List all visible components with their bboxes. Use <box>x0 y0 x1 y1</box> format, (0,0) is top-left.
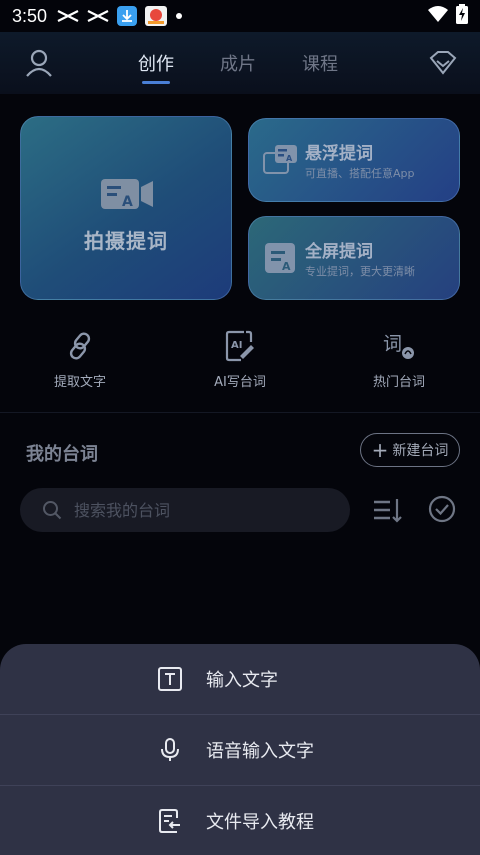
sheet-item-label: 文件导入教程 <box>206 812 314 833</box>
wifi-icon <box>428 5 448 27</box>
link-icon <box>64 330 96 362</box>
x-cross-icon <box>57 9 79 23</box>
top-nav: 创作 成片 课程 <box>0 32 480 94</box>
voice-input-option[interactable]: 语音输入文字 <box>0 715 480 785</box>
tab-create[interactable]: 创作 <box>138 50 174 84</box>
new-script-label: 新建台词 <box>392 443 449 459</box>
svg-text:AI: AI <box>231 340 242 351</box>
dot-icon <box>175 12 183 20</box>
tab-films[interactable]: 成片 <box>220 50 256 76</box>
search-input[interactable] <box>74 500 324 520</box>
user-icon[interactable] <box>24 48 54 78</box>
tab-label: 成片 <box>220 54 256 75</box>
tool-label: 热门台词 <box>372 375 425 390</box>
ai-write-tool[interactable]: AI AI写台词 <box>185 330 295 390</box>
teleprompter-camera-icon: A <box>101 177 155 211</box>
battery-charging-icon <box>456 3 468 29</box>
new-script-button[interactable]: + 新建台词 <box>360 433 460 467</box>
extract-text-tool[interactable]: 提取文字 <box>25 330 135 390</box>
float-window-icon: A <box>263 145 297 175</box>
fullscreen-text-icon: A <box>263 243 297 273</box>
float-prompter-title: 悬浮提词 <box>305 144 373 164</box>
my-scripts-title: 我的台词 <box>26 444 98 465</box>
sort-icon[interactable] <box>372 495 404 525</box>
diamond-icon[interactable] <box>428 48 458 78</box>
svg-text:A: A <box>122 194 133 210</box>
tool-label: 提取文字 <box>53 375 106 390</box>
status-bar: 3:50 <box>0 0 480 32</box>
sheet-item-label: 语音输入文字 <box>206 741 314 762</box>
hot-script-icon: 词 <box>383 330 415 362</box>
script-search-bar[interactable] <box>20 488 350 532</box>
ai-write-icon: AI <box>224 330 256 362</box>
text-input-icon <box>158 667 182 691</box>
file-import-option[interactable]: 文件导入教程 <box>0 786 480 855</box>
fullscreen-prompter-card[interactable]: A 全屏提词 专业提词，更大更清晰 <box>248 216 460 300</box>
tool-row: 提取文字 AI AI写台词 词 热门台词 <box>0 330 480 394</box>
app-notification-icon <box>145 6 168 26</box>
fullscreen-prompter-title: 全屏提词 <box>305 242 373 262</box>
tab-underline <box>142 81 170 84</box>
bottom-action-sheet: 输入文字 语音输入文字 文件导入教程 <box>0 644 480 855</box>
microphone-icon <box>158 738 182 762</box>
shoot-prompter-title: 拍摄提词 <box>84 229 168 253</box>
shoot-prompter-card[interactable]: A 拍摄提词 <box>20 116 232 300</box>
svg-text:A: A <box>286 154 293 163</box>
select-check-icon[interactable] <box>428 495 456 523</box>
sheet-item-label: 输入文字 <box>206 670 278 691</box>
plus-icon: + <box>371 438 389 462</box>
search-icon <box>42 500 62 520</box>
tab-label: 创作 <box>138 54 174 75</box>
x-cross-icon <box>87 9 109 23</box>
tab-label: 课程 <box>302 54 338 75</box>
file-import-icon <box>158 809 182 833</box>
input-text-option[interactable]: 输入文字 <box>0 644 480 714</box>
float-prompter-subtitle: 可直播、搭配任意App <box>305 167 415 180</box>
tool-label: AI写台词 <box>214 375 266 390</box>
section-divider <box>0 412 480 413</box>
svg-text:词: 词 <box>383 333 402 355</box>
fullscreen-prompter-subtitle: 专业提词，更大更清晰 <box>305 265 415 278</box>
hot-scripts-tool[interactable]: 词 热门台词 <box>344 330 454 390</box>
top-tabs: 创作 成片 课程 <box>138 50 338 84</box>
tab-courses[interactable]: 课程 <box>302 50 338 76</box>
status-time: 3:50 <box>12 5 48 26</box>
download-icon <box>117 6 138 26</box>
float-prompter-card[interactable]: A 悬浮提词 可直播、搭配任意App <box>248 118 460 202</box>
svg-text:A: A <box>282 260 291 273</box>
